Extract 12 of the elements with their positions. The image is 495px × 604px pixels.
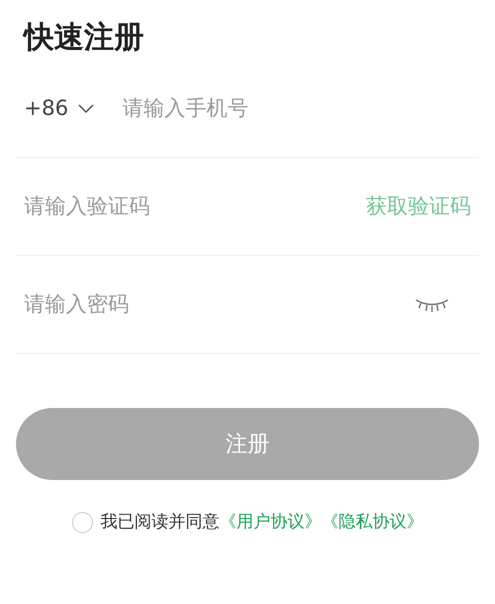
phone-input[interactable]: 请输入手机号	[122, 92, 471, 124]
country-code-dropdown[interactable]: +86	[24, 92, 94, 124]
code-input[interactable]: 请输入验证码	[24, 190, 366, 222]
agreement-link[interactable]: 《隐私协议》	[322, 512, 424, 532]
caret-icon	[78, 104, 94, 113]
agree-radio[interactable]	[72, 512, 92, 534]
get-code-button[interactable]: 获取验证码	[366, 190, 471, 222]
agreement-text: 我已阅读并同意《用户协议》《隐私协议》	[100, 511, 424, 534]
password-input[interactable]: 请输入密码	[24, 288, 415, 320]
page-title: 快速注册	[24, 19, 145, 57]
closed-eye-icon[interactable]	[415, 296, 449, 312]
agreement-link[interactable]: 《用户协议》	[220, 512, 322, 532]
